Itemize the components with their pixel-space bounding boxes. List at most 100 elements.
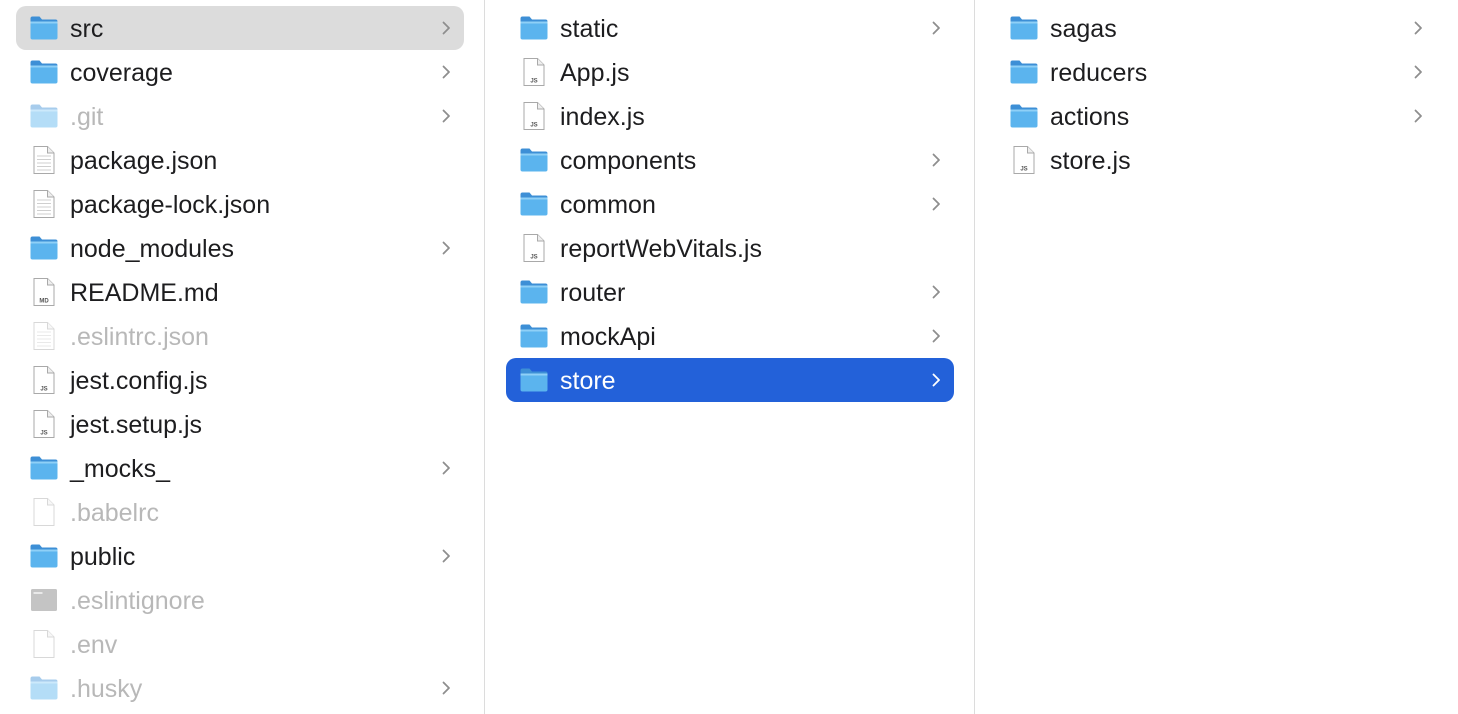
- svg-text:JS: JS: [530, 255, 537, 261]
- folder-icon: [29, 233, 59, 263]
- js-file-icon: JS: [519, 233, 549, 263]
- folder-row[interactable]: router: [506, 270, 954, 314]
- item-name: actions: [1050, 103, 1130, 131]
- chevron-right-icon: [1412, 65, 1424, 79]
- folder-row[interactable]: src: [16, 6, 464, 50]
- svg-text:JS: JS: [1020, 167, 1027, 173]
- folder-icon: [519, 145, 549, 175]
- folder-icon: [519, 13, 549, 43]
- folder-icon: [1009, 13, 1039, 43]
- item-name: .eslintignore: [70, 587, 205, 615]
- folder-row[interactable]: mockApi: [506, 314, 954, 358]
- file-row[interactable]: JS reportWebVitals.js: [506, 226, 954, 270]
- folder-icon: [29, 101, 59, 131]
- folder-icon: [519, 277, 549, 307]
- file-row[interactable]: package-lock.json: [16, 182, 464, 226]
- js-file-icon: JS: [519, 57, 549, 87]
- chevron-right-icon: [440, 109, 452, 123]
- chevron-right-icon: [440, 461, 452, 475]
- item-name: node_modules: [70, 235, 235, 263]
- folder-icon: [519, 321, 549, 351]
- column-store[interactable]: sagas reducers actions JS store.js: [975, 0, 1458, 714]
- item-name: README.md: [70, 279, 219, 307]
- js-file-icon: JS: [29, 365, 59, 395]
- folder-row[interactable]: store: [506, 358, 954, 402]
- folder-icon: [29, 541, 59, 571]
- item-name: coverage: [70, 59, 173, 87]
- folder-row[interactable]: .git: [16, 94, 464, 138]
- item-name: jest.setup.js: [70, 411, 203, 439]
- column-browser: src coverage .git package.json package-lock.…: [0, 0, 1458, 714]
- folder-icon: [1009, 101, 1039, 131]
- file-row[interactable]: .babelrc: [16, 490, 464, 534]
- folder-row[interactable]: coverage: [16, 50, 464, 94]
- chevron-right-icon: [440, 21, 452, 35]
- blank-file-icon: [29, 497, 59, 527]
- item-name: components: [560, 147, 697, 175]
- file-row[interactable]: .env: [16, 622, 464, 666]
- chevron-right-icon: [930, 373, 942, 387]
- file-row[interactable]: JS index.js: [506, 94, 954, 138]
- terminal-file-icon: [29, 585, 59, 615]
- folder-icon: [1009, 57, 1039, 87]
- folder-row[interactable]: components: [506, 138, 954, 182]
- item-name: package-lock.json: [70, 191, 271, 219]
- file-row[interactable]: MD README.md: [16, 270, 464, 314]
- folder-row[interactable]: common: [506, 182, 954, 226]
- chevron-right-icon: [930, 153, 942, 167]
- folder-row[interactable]: reducers: [996, 50, 1436, 94]
- item-name: sagas: [1050, 15, 1117, 43]
- file-row[interactable]: JS jest.setup.js: [16, 402, 464, 446]
- file-row[interactable]: .eslintignore: [16, 578, 464, 622]
- chevron-right-icon: [930, 285, 942, 299]
- item-name: .eslintrc.json: [70, 323, 209, 351]
- chevron-right-icon: [930, 329, 942, 343]
- item-name: store: [560, 367, 616, 395]
- folder-icon: [519, 365, 549, 395]
- chevron-right-icon: [440, 681, 452, 695]
- folder-icon: [29, 13, 59, 43]
- item-name: .husky: [70, 675, 143, 703]
- folder-row[interactable]: static: [506, 6, 954, 50]
- folder-icon: [519, 189, 549, 219]
- item-name: public: [70, 543, 136, 571]
- item-name: jest.config.js: [70, 367, 208, 395]
- chevron-right-icon: [440, 241, 452, 255]
- folder-row[interactable]: sagas: [996, 6, 1436, 50]
- item-name: common: [560, 191, 656, 219]
- item-name: _mocks_: [70, 455, 171, 483]
- chevron-right-icon: [930, 21, 942, 35]
- js-file-icon: JS: [29, 409, 59, 439]
- item-name: mockApi: [560, 323, 656, 351]
- blank-file-icon: [29, 629, 59, 659]
- svg-text:JS: JS: [40, 431, 47, 437]
- file-row[interactable]: .eslintrc.json: [16, 314, 464, 358]
- item-name: static: [560, 15, 619, 43]
- js-file-icon: JS: [1009, 145, 1039, 175]
- item-name: package.json: [70, 147, 218, 175]
- folder-row[interactable]: actions: [996, 94, 1436, 138]
- item-name: App.js: [560, 59, 630, 87]
- folder-row[interactable]: node_modules: [16, 226, 464, 270]
- item-name: index.js: [560, 103, 645, 131]
- file-row[interactable]: JS store.js: [996, 138, 1436, 182]
- item-name: router: [560, 279, 626, 307]
- folder-row[interactable]: public: [16, 534, 464, 578]
- file-row[interactable]: package.json: [16, 138, 464, 182]
- chevron-right-icon: [930, 197, 942, 211]
- json-file-icon: [29, 145, 59, 175]
- item-name: src: [70, 15, 104, 43]
- chevron-right-icon: [1412, 21, 1424, 35]
- column-project-root[interactable]: src coverage .git package.json package-lock.…: [0, 0, 485, 714]
- folder-row[interactable]: .husky: [16, 666, 464, 710]
- json-file-icon: [29, 189, 59, 219]
- file-row[interactable]: JS jest.config.js: [16, 358, 464, 402]
- item-name: .env: [70, 631, 118, 659]
- markdown-file-icon: MD: [29, 277, 59, 307]
- svg-text:JS: JS: [40, 387, 47, 393]
- chevron-right-icon: [440, 65, 452, 79]
- file-row[interactable]: JS App.js: [506, 50, 954, 94]
- column-src[interactable]: static JS App.js JS index.js components common…: [485, 0, 975, 714]
- folder-row[interactable]: _mocks_: [16, 446, 464, 490]
- chevron-right-icon: [440, 549, 452, 563]
